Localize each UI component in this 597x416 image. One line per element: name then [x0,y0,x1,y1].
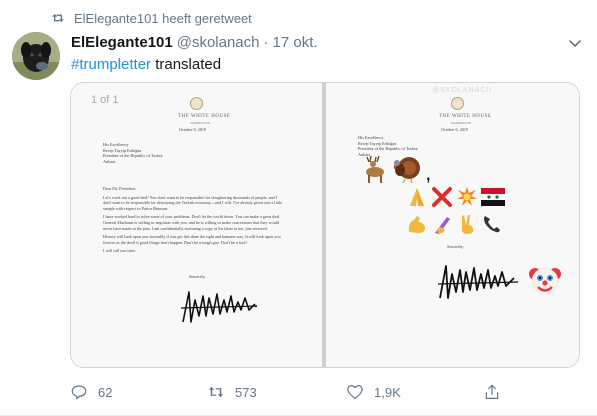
reply-button[interactable]: 62 [70,383,112,401]
flexed-biceps-icon [408,216,425,233]
letterhead-title: THE WHITE HOUSE [178,114,231,119]
share-icon [485,384,499,399]
signature-icon [180,291,258,323]
author-display-name[interactable]: ElElegante101 [71,34,173,51]
emoji-row-2 [406,186,505,208]
tweet-actions: 62 573 1,9K [70,383,540,403]
letter-date: October 9, 2019 [441,127,469,132]
telephone-receiver-icon [484,216,500,233]
media-image[interactable]: 1 of 1 THE WHITE HOUSE WASHINGTON Octobe… [70,82,580,368]
page-counter: 1 of 1 [91,94,119,106]
like-button[interactable]: 1,9K [346,383,401,401]
tweet-text: #trumpletter translated [71,55,221,75]
turkey-icon [393,157,420,184]
presidential-seal-icon [451,97,464,110]
separator-dot: · [263,34,269,51]
retweet-icon [208,386,224,398]
share-button[interactable] [483,383,511,401]
deer-icon [366,155,384,183]
praying-hands-icon [410,188,424,206]
letter-date: October 9, 2019 [179,127,207,132]
tweet-header: ElElegante101 @skolanach · 17 okt. [71,33,318,52]
collision-icon [457,187,477,206]
retweet-count: 573 [235,384,257,400]
letter-page-original: 1 of 1 THE WHITE HOUSE WASHINGTON Octobe… [71,83,322,367]
syria-flag-icon [481,188,505,206]
tweet-timestamp[interactable]: 17 okt. [273,34,318,51]
crossed-fingers-icon [461,215,474,234]
tweet[interactable]: ElElegante101 heeft geretweet ElElegante… [0,0,597,416]
tweet-body: translated [151,56,222,73]
presidential-seal-icon [190,97,203,110]
letterhead-city: WASHINGTON [451,121,471,125]
signature-icon [437,265,519,299]
retweet-button[interactable]: 573 [207,383,257,401]
like-count: 1,9K [374,384,401,400]
retweet-context[interactable]: ElElegante101 heeft geretweet [50,10,252,26]
letter-page-emoji: @SKOLANACH THE WHITE HOUSE WASHINGTON Oc… [326,83,579,367]
letter-closing: Sincerely, [447,244,464,249]
retweet-context-text: ElElegante101 heeft geretweet [74,10,252,26]
writing-hand-icon [435,217,450,234]
clown-face-icon [529,267,561,295]
hashtag-link[interactable]: #trumpletter [71,56,151,73]
emoji-row-1: , [358,153,430,185]
watermark: @SKOLANACH [432,87,493,94]
cross-mark-icon [432,187,452,207]
emoji-row-3 [406,213,503,235]
author-handle[interactable]: @skolanach [177,34,260,51]
letterhead-title: THE WHITE HOUSE [439,114,492,119]
reply-icon [71,385,87,400]
retweet-icon [52,14,64,22]
letterhead-city: WASHINGTON [190,121,210,125]
letter-body: Dear Mr. President: Let's work out a goo… [103,186,282,254]
reply-count: 62 [98,384,113,400]
avatar[interactable] [12,32,60,80]
heart-icon [347,385,363,399]
letter-recipient: His Excellency Recep Tayyip Erdoğan Pres… [103,142,163,164]
chevron-down-icon[interactable] [567,35,583,51]
comma-glyph: , [426,167,431,184]
letter-closing: Sincerely, [189,274,206,279]
